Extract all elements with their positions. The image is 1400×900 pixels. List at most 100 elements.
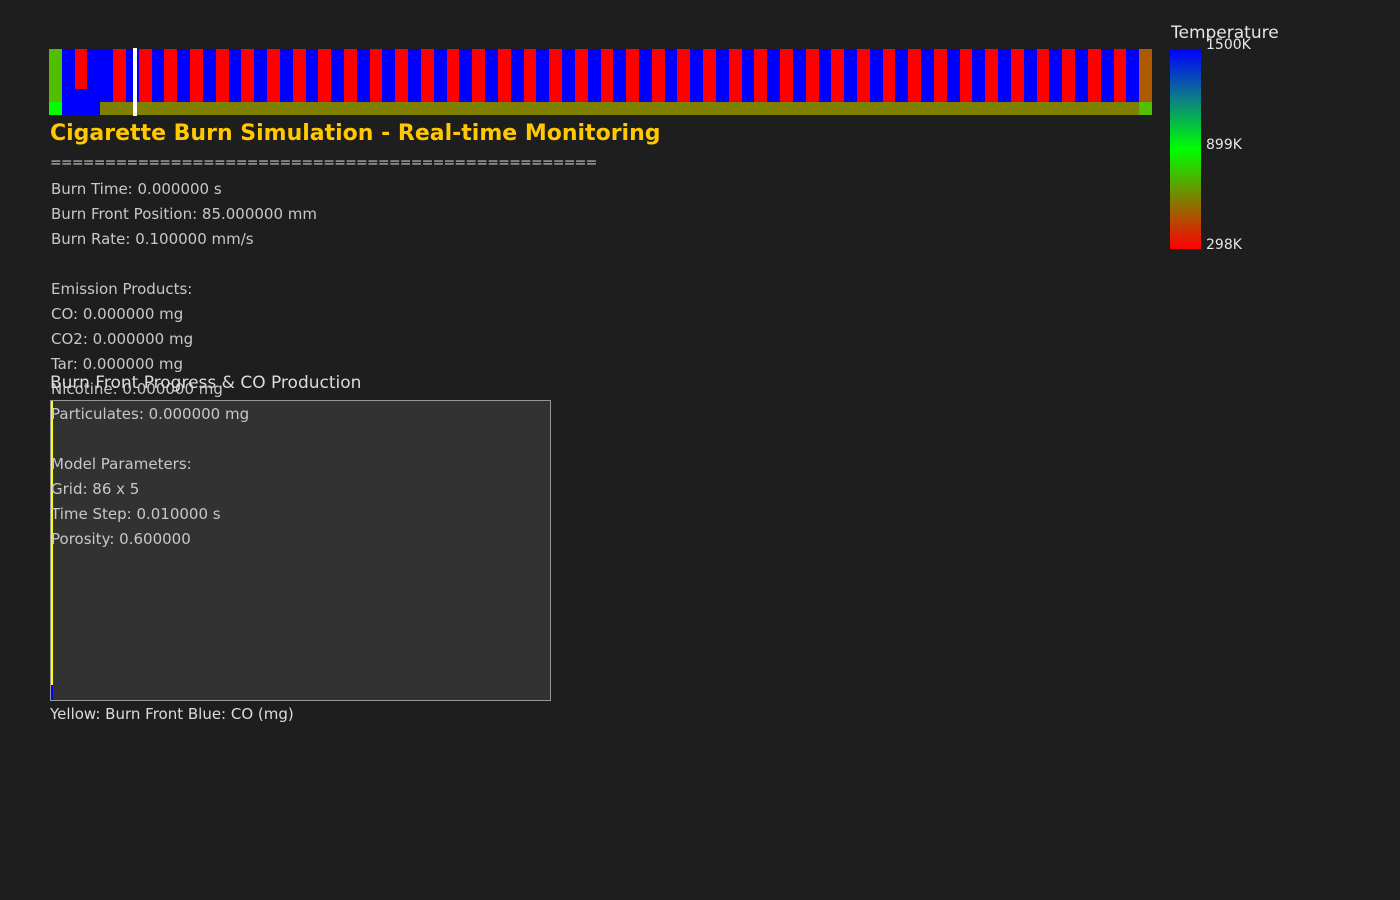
grid-cell bbox=[1023, 75, 1037, 89]
grid-cell bbox=[959, 75, 973, 89]
grid-cell bbox=[690, 88, 704, 102]
grid-cell bbox=[215, 62, 229, 76]
grid-cell bbox=[998, 49, 1011, 63]
grid-cell bbox=[395, 49, 409, 63]
model-parameters-heading: Model Parameters: bbox=[51, 455, 192, 473]
grid-cell bbox=[1010, 62, 1024, 76]
grid-cell bbox=[74, 88, 88, 102]
grid-cell bbox=[831, 62, 845, 76]
grid-cell bbox=[741, 49, 755, 63]
grid-cell bbox=[574, 62, 588, 76]
grid-cell bbox=[420, 88, 434, 102]
grid-cell bbox=[690, 62, 704, 76]
grid-cell bbox=[780, 101, 793, 115]
grid-cell bbox=[485, 49, 498, 63]
grid-cell bbox=[664, 101, 678, 115]
grid-cell bbox=[241, 75, 255, 89]
grid-cell bbox=[369, 88, 383, 102]
grid-cell bbox=[177, 62, 191, 76]
grid-cell bbox=[998, 75, 1011, 89]
grid-cell bbox=[844, 62, 857, 76]
grid-cell bbox=[946, 88, 960, 102]
grid-cell bbox=[382, 75, 396, 89]
grid-cell bbox=[574, 88, 588, 102]
grid-cell bbox=[549, 88, 563, 102]
grid-cell bbox=[651, 88, 665, 102]
burn-progress-plot bbox=[50, 400, 551, 701]
grid-cell bbox=[1075, 75, 1088, 89]
grid-cell bbox=[792, 101, 806, 115]
grid-cell bbox=[1100, 88, 1114, 102]
grid-cell bbox=[408, 49, 421, 63]
grid-cell bbox=[972, 75, 986, 89]
grid-cell bbox=[485, 101, 498, 115]
grid-cell bbox=[818, 75, 832, 89]
grid-cell bbox=[805, 75, 819, 89]
grid-cell bbox=[228, 75, 242, 89]
grid-cell bbox=[792, 49, 806, 63]
grid-cell bbox=[433, 101, 447, 115]
grid-cell bbox=[472, 49, 486, 63]
grid-cell bbox=[1023, 49, 1037, 63]
grid-cell bbox=[433, 49, 447, 63]
grid-cell bbox=[1087, 62, 1101, 76]
grid-cell bbox=[651, 62, 665, 76]
grid-cell bbox=[1036, 88, 1050, 102]
grid-cell bbox=[549, 101, 563, 115]
grid-cell bbox=[267, 101, 280, 115]
grid-cell bbox=[638, 49, 652, 63]
grid-cell bbox=[1075, 88, 1088, 102]
grid-cell bbox=[767, 62, 781, 76]
grid-cell bbox=[446, 49, 460, 63]
grid-cell bbox=[190, 62, 203, 76]
grid-cell bbox=[651, 49, 665, 63]
co-stat: CO: 0.000000 mg bbox=[51, 305, 184, 323]
grid-cell bbox=[459, 88, 473, 102]
grid-cell bbox=[485, 88, 498, 102]
grid-cell bbox=[818, 88, 832, 102]
grid-cell bbox=[382, 101, 396, 115]
grid-cell bbox=[562, 62, 575, 76]
grid-cell bbox=[1049, 88, 1063, 102]
grid-cell bbox=[113, 62, 126, 76]
grid-cell bbox=[1113, 101, 1127, 115]
grid-cell bbox=[87, 62, 101, 76]
grid-cell bbox=[741, 62, 755, 76]
grid-cell bbox=[908, 101, 922, 115]
grid-cell bbox=[574, 101, 588, 115]
grid-cell bbox=[113, 88, 126, 102]
grid-cell bbox=[113, 49, 126, 63]
burn-time-stat: Burn Time: 0.000000 s bbox=[51, 180, 222, 198]
grid-cell bbox=[600, 101, 614, 115]
grid-cell bbox=[485, 62, 498, 76]
grid-cell bbox=[549, 75, 563, 89]
grid-cell bbox=[895, 75, 909, 89]
grid-cell bbox=[61, 62, 75, 76]
grid-cell bbox=[382, 49, 396, 63]
grid-cell bbox=[677, 62, 691, 76]
grid-cell bbox=[780, 75, 793, 89]
grid-cell bbox=[420, 49, 434, 63]
grid-cell bbox=[728, 101, 742, 115]
grid-cell bbox=[715, 49, 729, 63]
grid-cell bbox=[395, 62, 409, 76]
grid-cell bbox=[921, 75, 934, 89]
grid-cell bbox=[754, 101, 768, 115]
grid-cell bbox=[985, 88, 999, 102]
grid-cell bbox=[664, 75, 678, 89]
grid-cell bbox=[100, 88, 114, 102]
grid-cell bbox=[215, 49, 229, 63]
grid-cell bbox=[728, 62, 742, 76]
grid-cell bbox=[49, 62, 62, 76]
grid-cell bbox=[1139, 62, 1152, 76]
grid-cell bbox=[331, 62, 344, 76]
grid-cell bbox=[202, 62, 216, 76]
grid-cell bbox=[446, 101, 460, 115]
grid-cell bbox=[523, 75, 537, 89]
grid-cell bbox=[677, 75, 691, 89]
grid-cell bbox=[638, 101, 652, 115]
grid-cell bbox=[677, 88, 691, 102]
grid-cell bbox=[587, 88, 601, 102]
grid-cell bbox=[523, 62, 537, 76]
grid-cell bbox=[908, 49, 922, 63]
